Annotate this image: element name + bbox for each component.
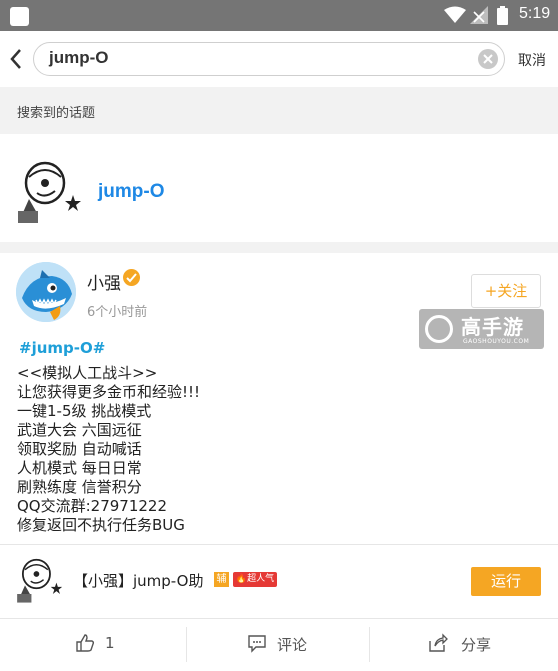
comment-icon bbox=[248, 635, 266, 653]
status-bar: 5:19 bbox=[0, 0, 558, 31]
watermark-subtitle: GAOSHOUYOU.COM bbox=[463, 338, 530, 345]
post-timestamp: 6个小时前 bbox=[87, 305, 148, 320]
app-thumbnail[interactable] bbox=[15, 554, 65, 604]
post-hashtag[interactable]: #jump-O# bbox=[19, 339, 105, 357]
topic-result[interactable]: jump-O bbox=[0, 134, 558, 242]
post-body: <<模拟人工战斗>> 让您获得更多金币和经验!!! 一键1-5级 挑战模式 武道… bbox=[17, 364, 200, 535]
avatar[interactable] bbox=[16, 262, 76, 322]
section-title: 搜索到的话题 bbox=[17, 106, 96, 121]
verified-badge-icon bbox=[123, 269, 140, 286]
post-line: 一键1-5级 挑战模式 bbox=[17, 402, 152, 420]
search-header: jump-O 取消 bbox=[0, 31, 558, 87]
watermark-logo-icon bbox=[425, 315, 453, 343]
post-line: 人机模式 每日日常 bbox=[17, 459, 142, 477]
thumbs-up-icon bbox=[76, 634, 95, 652]
watermark-title: 高手游 bbox=[461, 315, 524, 339]
post-line: <<模拟人工战斗>> bbox=[17, 364, 158, 382]
post-line: 武道大会 六国远征 bbox=[17, 421, 142, 439]
topic-thumbnail bbox=[15, 155, 85, 225]
app-name[interactable]: 【小强】jump-O助 bbox=[73, 570, 203, 591]
assist-tag: 辅 bbox=[214, 572, 229, 587]
topic-name[interactable]: jump-O bbox=[98, 181, 165, 203]
hot-tag-label: 超人气 bbox=[247, 574, 275, 584]
like-button[interactable]: 1 bbox=[0, 619, 186, 671]
shark-avatar-icon bbox=[16, 262, 76, 322]
post-line: 修复返回不执行任务BUG bbox=[17, 516, 185, 534]
cancel-button[interactable]: 取消 bbox=[518, 50, 546, 70]
share-button[interactable]: 分享 bbox=[370, 619, 558, 671]
post-card: 小强 6个小时前 +关注 高手游 GAOSHOUYOU.COM #jump-O#… bbox=[0, 253, 558, 671]
post-username[interactable]: 小强 bbox=[87, 269, 121, 294]
share-label: 分享 bbox=[461, 636, 492, 654]
post-line: QQ交流群:27971222 bbox=[17, 497, 168, 515]
signal-icon bbox=[470, 6, 488, 24]
comment-label: 评论 bbox=[277, 636, 308, 654]
clear-search-icon[interactable] bbox=[478, 49, 498, 69]
status-time: 5:19 bbox=[519, 5, 551, 22]
post-line: 刷熟练度 信誉积分 bbox=[17, 478, 142, 496]
battery-icon bbox=[497, 6, 508, 25]
post-line: 让您获得更多金币和经验!!! bbox=[17, 383, 201, 401]
watermark: 高手游 GAOSHOUYOU.COM bbox=[419, 309, 544, 349]
share-icon bbox=[429, 633, 448, 652]
hot-tag: 🔥超人气 bbox=[233, 572, 277, 587]
app-notification-icon bbox=[10, 7, 29, 26]
search-input[interactable]: jump-O bbox=[33, 42, 505, 76]
like-count: 1 bbox=[105, 634, 115, 652]
back-arrow-icon[interactable] bbox=[8, 47, 24, 71]
comment-button[interactable]: 评论 bbox=[187, 619, 369, 671]
action-bar: 1 评论 分享 bbox=[0, 618, 558, 671]
search-query-text[interactable]: jump-O bbox=[49, 48, 109, 68]
follow-button[interactable]: +关注 bbox=[471, 274, 541, 308]
wifi-icon bbox=[444, 6, 466, 23]
divider bbox=[0, 544, 558, 545]
post-line: 领取奖励 自动喊话 bbox=[17, 440, 142, 458]
run-button[interactable]: 运行 bbox=[471, 567, 541, 596]
